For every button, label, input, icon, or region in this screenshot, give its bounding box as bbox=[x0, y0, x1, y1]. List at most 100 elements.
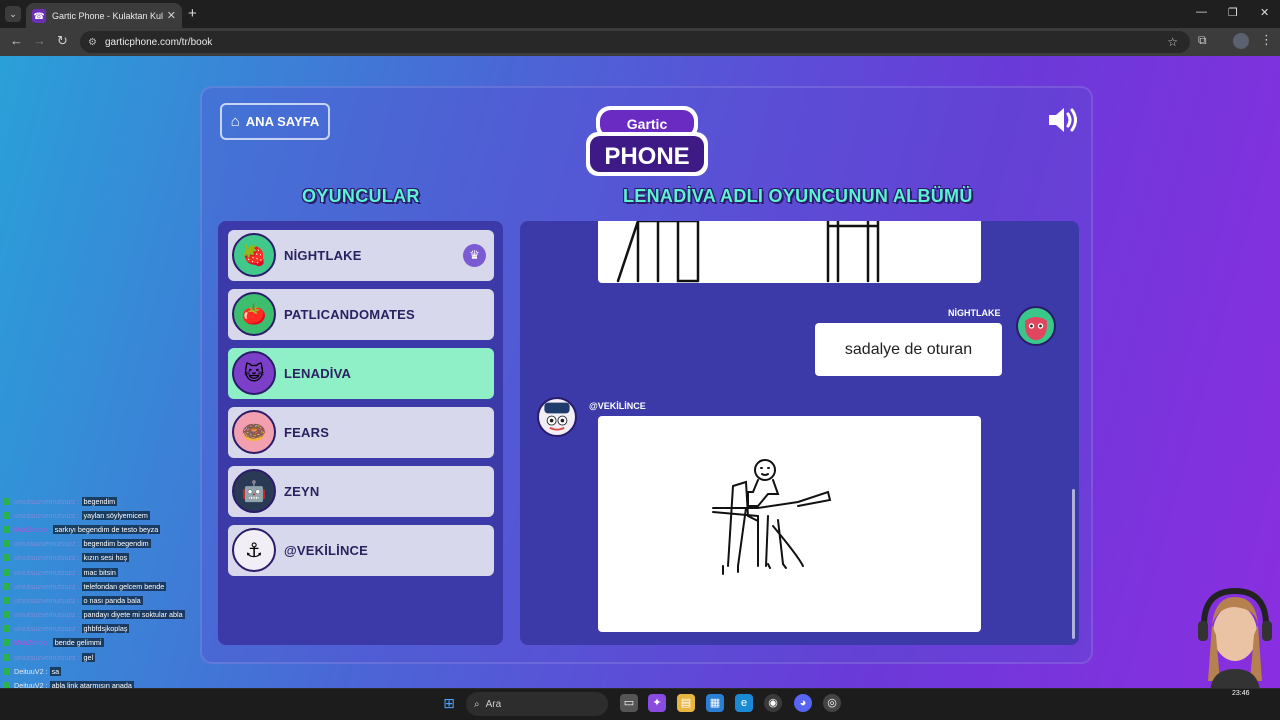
copilot-icon[interactable]: ✦ bbox=[648, 694, 666, 712]
gartic-favicon-icon: ☎ bbox=[32, 8, 46, 23]
gartic-phone-logo: Gartic PHONE bbox=[586, 106, 708, 176]
entry-author-vekilince: @VEKİLİNCE bbox=[589, 401, 646, 411]
file-explorer-icon[interactable]: ▤ bbox=[677, 694, 695, 712]
webcam-avatar bbox=[1198, 587, 1272, 695]
chat-username: umutsuzvemutsuzz : bbox=[14, 496, 80, 506]
chat-message: o nası panda bala bbox=[81, 595, 143, 605]
chat-username: ModZeroo : bbox=[14, 524, 51, 534]
chat-username: ModZeroo : bbox=[14, 638, 51, 648]
player-item-fears[interactable]: 🍩 FEARS bbox=[228, 407, 494, 458]
chat-username: DeituuV2 : bbox=[14, 666, 48, 676]
chat-message: begendim bbox=[81, 496, 118, 506]
chat-line: umutsuzvemutsuzz : telefondan gelcem bend… bbox=[0, 579, 220, 593]
browser-menu-icon[interactable]: ⋮ bbox=[1260, 32, 1273, 48]
chrome-icon[interactable]: ◉ bbox=[764, 694, 782, 712]
album-heading: LENADİVA ADLI OYUNCUNUN ALBÜMÜ bbox=[623, 186, 973, 206]
logo-text-phone: PHONE bbox=[604, 143, 689, 170]
new-tab-button[interactable]: + bbox=[188, 5, 197, 22]
chat-line: ModZeroo : bende gelimmi bbox=[0, 636, 220, 650]
task-view-icon[interactable]: ▭ bbox=[620, 694, 638, 712]
site-info-icon[interactable]: ⚙ bbox=[88, 37, 97, 48]
chat-username: umutsuzvemutsuzz : bbox=[14, 624, 80, 634]
chat-badge-icon bbox=[3, 511, 10, 519]
obs-icon[interactable]: ◎ bbox=[823, 694, 841, 712]
player-name: PATLICANDOMATES bbox=[284, 307, 415, 322]
url-text: garticphone.com/tr/book bbox=[104, 36, 213, 48]
edge-icon[interactable]: e bbox=[735, 694, 753, 712]
player-item-lenadiva[interactable]: 😺 LENADİVA bbox=[228, 348, 494, 399]
tab-title: Gartic Phone - Kulaktan Kulağa bbox=[52, 10, 163, 21]
chat-message: gel bbox=[81, 652, 96, 662]
tab-search-button[interactable]: ⌄ bbox=[5, 6, 21, 22]
profile-avatar[interactable] bbox=[1233, 33, 1249, 49]
drawing-previous bbox=[598, 221, 981, 283]
logo-text-gartic: Gartic bbox=[627, 116, 668, 132]
player-name: @VEKİLİNCE bbox=[284, 543, 369, 558]
album-scrollbar[interactable] bbox=[1072, 489, 1075, 639]
chat-message: telefondan gelcem bende bbox=[81, 581, 167, 591]
guess-text-bubble: sadalye de oturan bbox=[815, 323, 1002, 376]
chat-line: umutsuzvemutsuzz : yaylan söylyemicem bbox=[0, 508, 220, 522]
chat-badge-icon bbox=[3, 568, 10, 576]
chat-line: umutsuzvemutsuzz : mac bitsin bbox=[0, 565, 220, 579]
window-restore-button[interactable]: ❐ bbox=[1228, 6, 1238, 19]
chat-line: DeituuV2 : sa bbox=[0, 664, 220, 678]
chat-username: umutsuzvemutsuzz : bbox=[14, 567, 80, 577]
bookmark-star-icon[interactable]: ☆ bbox=[1167, 35, 1178, 49]
chat-badge-icon bbox=[3, 582, 10, 590]
player-item-nightlake[interactable]: 🍓 NİGHTLAKE ♛ bbox=[228, 230, 494, 281]
chat-line: umutsuzvemutsuzz : gel bbox=[0, 650, 220, 664]
player-name: ZEYN bbox=[284, 484, 320, 499]
window-close-button[interactable]: ✕ bbox=[1260, 6, 1269, 19]
chat-username: umutsuzvemutsuzz : bbox=[14, 595, 80, 605]
chat-username: umutsuzvemutsuzz : bbox=[14, 539, 80, 549]
reload-icon[interactable]: ↻ bbox=[57, 33, 68, 49]
chat-line: umutsuzvemutsuzz : begendim bbox=[0, 494, 220, 508]
browser-tab-bar: ⌄ ☎ Gartic Phone - Kulaktan Kulağa ✕ + —… bbox=[0, 0, 1280, 28]
chat-message: mac bitsin bbox=[81, 567, 118, 577]
player-name: NİGHTLAKE bbox=[284, 248, 362, 263]
home-button[interactable]: ⌂ ANA SAYFA bbox=[220, 103, 330, 140]
browser-tab-active[interactable]: ☎ Gartic Phone - Kulaktan Kulağa ✕ bbox=[26, 3, 182, 28]
chat-message: yaylan söylyemicem bbox=[81, 510, 150, 520]
stream-chat-overlay: umutsuzvemutsuzz : begendim umutsuzvemutsu… bbox=[0, 494, 220, 720]
chat-badge-icon bbox=[3, 525, 10, 533]
player-item-zeyn[interactable]: 🤖 ZEYN bbox=[228, 466, 494, 517]
window-minimize-button[interactable]: — bbox=[1196, 6, 1207, 18]
chat-badge-icon bbox=[3, 540, 10, 548]
chat-badge-icon bbox=[3, 639, 10, 647]
extensions-icon[interactable]: ⧉ bbox=[1198, 33, 1207, 48]
player-item-vekilince[interactable]: ⚓ @VEKİLİNCE bbox=[228, 525, 494, 576]
strawberry-avatar-icon bbox=[1016, 306, 1056, 346]
chat-line: umutsuzvemutsuzz : pandayı diyete mi sokt… bbox=[0, 608, 220, 622]
chat-line: ModZeroo : sarkıyı begendim de testo beyz… bbox=[0, 522, 220, 536]
album-feed[interactable]: NİGHTLAKE sadalye de oturan @VEKİLİNCE bbox=[520, 221, 1079, 645]
forward-arrow-icon[interactable]: → bbox=[33, 33, 46, 48]
search-icon: ⌕ bbox=[474, 698, 480, 710]
windows-start-icon[interactable]: ⊞ bbox=[440, 694, 458, 712]
drawing-stick-figure-chair bbox=[598, 416, 981, 632]
back-arrow-icon[interactable]: ← bbox=[10, 33, 23, 48]
chat-line: umutsuzvemutsuzz : begendim begendim bbox=[0, 537, 220, 551]
chat-badge-icon bbox=[3, 625, 10, 633]
taskbar-clock: 23:46 bbox=[1232, 690, 1250, 697]
chat-message: begendim begendim bbox=[81, 539, 151, 549]
player-name: FEARS bbox=[284, 425, 330, 440]
store-icon[interactable]: ▦ bbox=[706, 694, 724, 712]
player-name: LENADİVA bbox=[284, 366, 352, 381]
entry-author-nightlake: NİGHTLAKE bbox=[948, 308, 1001, 318]
taskbar-search-placeholder: Ara bbox=[485, 698, 502, 710]
chat-message: sa bbox=[49, 666, 62, 676]
chat-message: pandayı diyete mi soktular abla bbox=[81, 610, 185, 620]
url-omnibox[interactable]: ⚙ garticphone.com/tr/book ☆ bbox=[80, 31, 1190, 53]
player-item-patlicandomates[interactable]: 🍅 PATLICANDOMATES bbox=[228, 289, 494, 340]
discord-icon[interactable]: ◕ bbox=[794, 694, 812, 712]
sound-icon[interactable] bbox=[1047, 106, 1081, 134]
purple-avatar-icon: 😺 bbox=[232, 351, 276, 395]
chat-badge-icon bbox=[3, 611, 10, 619]
tab-close-icon[interactable]: ✕ bbox=[167, 9, 176, 22]
windows-taskbar bbox=[0, 688, 1280, 720]
chat-badge-icon bbox=[3, 596, 10, 604]
taskbar-search[interactable]: ⌕ Ara bbox=[466, 692, 608, 716]
chat-username: umutsuzvemutsuzz : bbox=[14, 652, 80, 662]
